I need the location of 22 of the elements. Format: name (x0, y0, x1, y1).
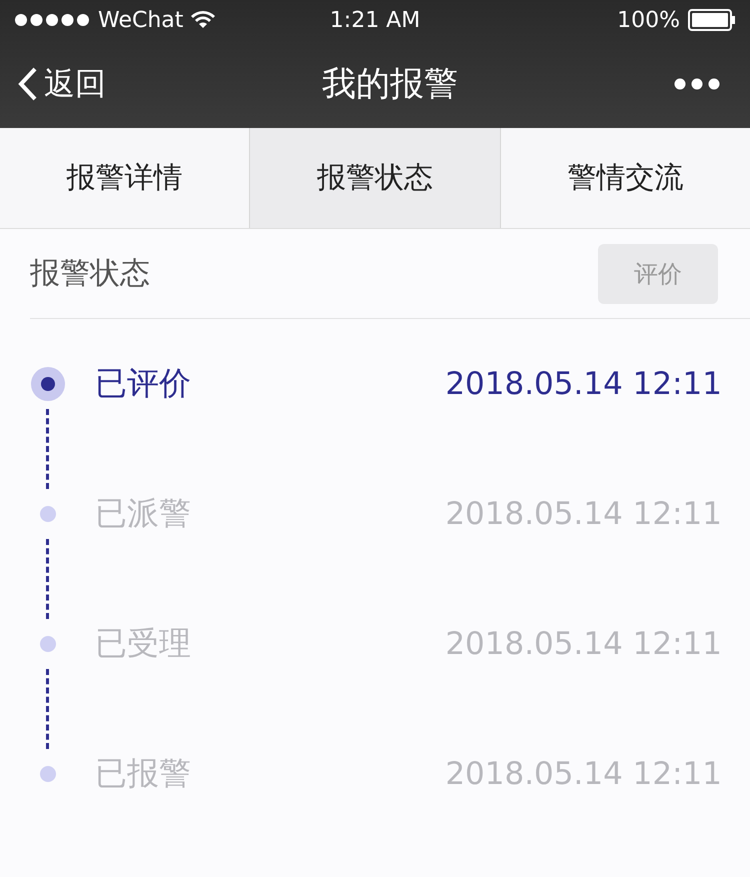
tab[interactable]: 报警状态 (249, 128, 501, 228)
page-title: 我的报警 (322, 63, 458, 106)
status-label: 已报警 (95, 753, 192, 794)
tab[interactable]: 报警详情 (0, 128, 250, 228)
battery-icon (688, 9, 736, 31)
more-icon[interactable] (674, 78, 720, 90)
clock-text: 1:21 AM (330, 8, 420, 32)
chevron-left-icon (18, 67, 38, 101)
battery-text: 100% (617, 8, 680, 32)
status-time: 2018.05.14 12:11 (445, 626, 722, 662)
status-time: 2018.05.14 12:11 (445, 756, 722, 792)
wifi-icon (191, 11, 216, 29)
status-label: 已派警 (95, 493, 192, 534)
tab[interactable]: 警情交流 (500, 128, 750, 228)
status-time: 2018.05.14 12:11 (445, 496, 722, 532)
section-title: 报警状态 (30, 255, 150, 293)
back-button[interactable]: 返回 (18, 63, 106, 105)
status-label: 已评价 (95, 363, 192, 404)
signal-icon (14, 13, 90, 27)
status-label: 已受理 (95, 623, 192, 664)
carrier-text: WeChat (98, 8, 184, 32)
status-time: 2018.05.14 12:11 (445, 366, 722, 402)
